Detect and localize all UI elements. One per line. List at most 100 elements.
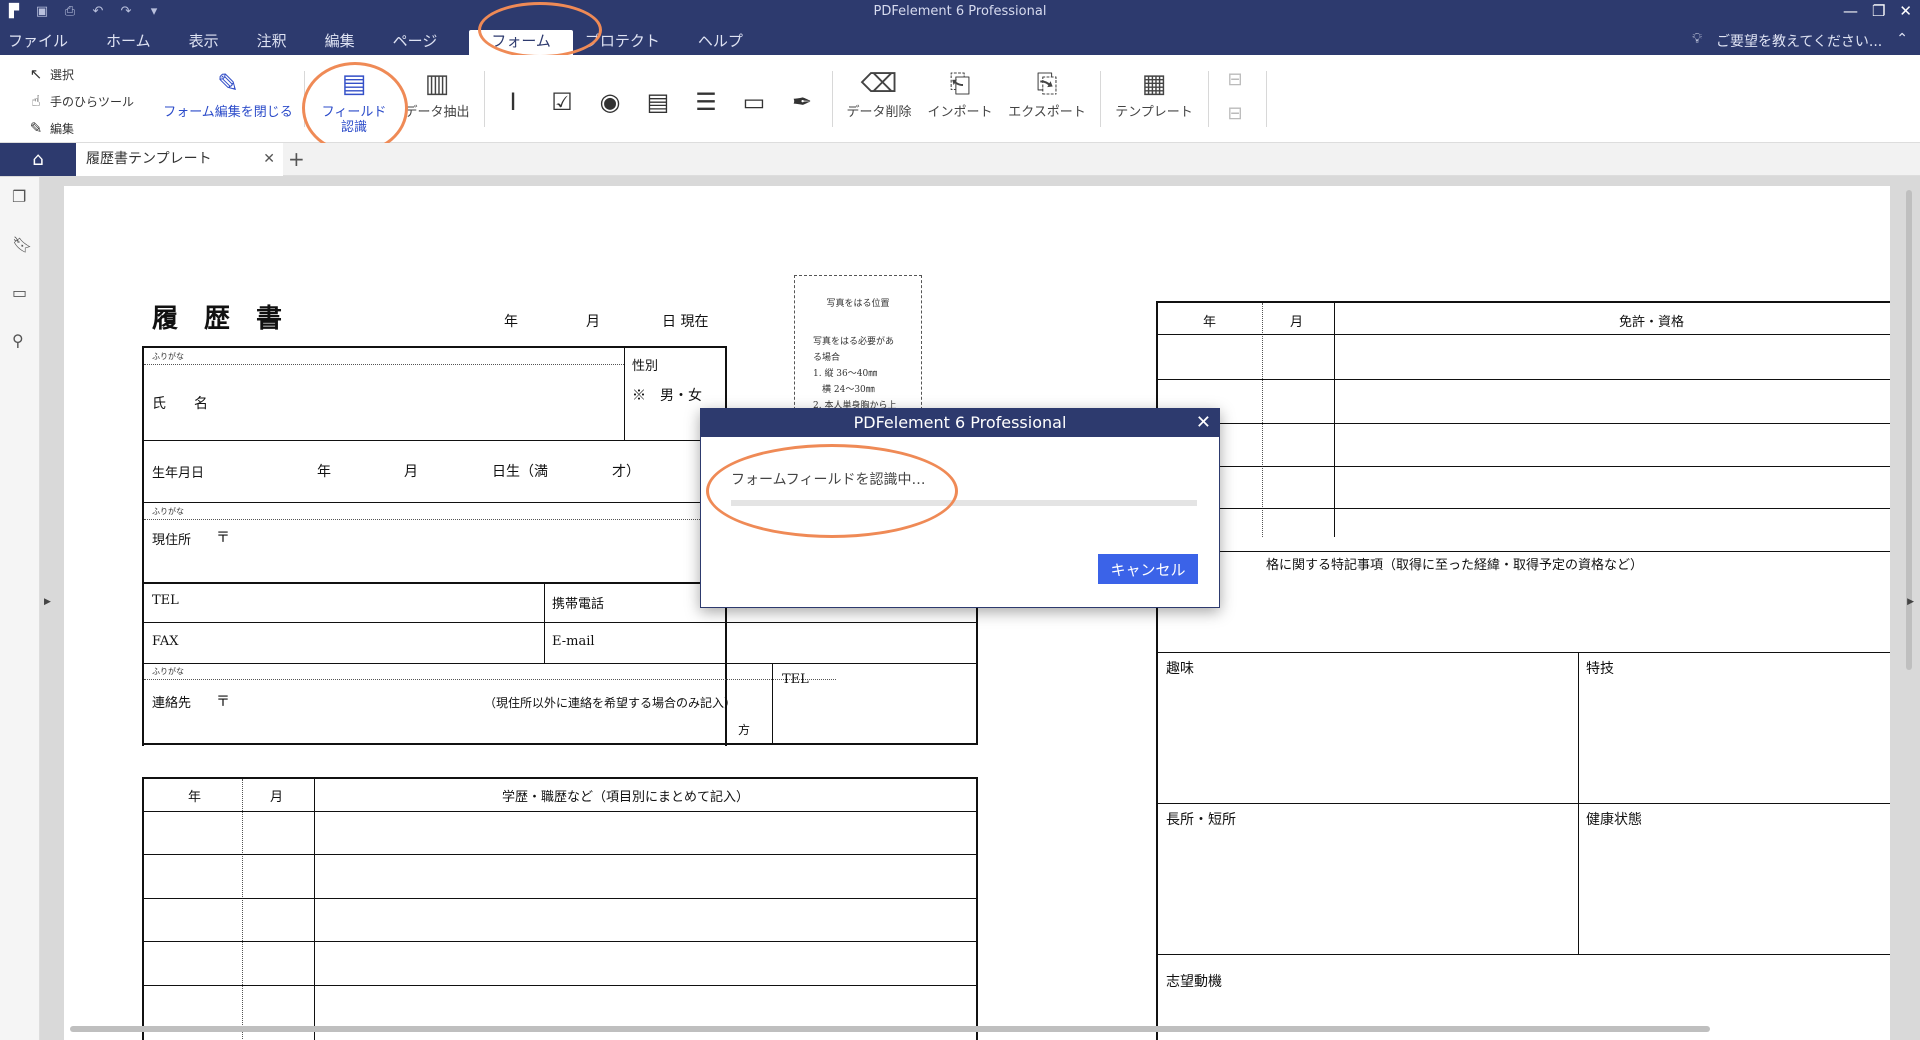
license-header-year: 年 [1203,315,1217,330]
tab-bar: ⌂ 履歴書テンプレート ✕ + [0,143,1920,176]
close-icon[interactable]: ✕ [1899,2,1912,20]
dialog-close-icon[interactable]: ✕ [1196,409,1211,437]
table-divider [144,941,976,942]
table-divider [144,622,976,623]
contact-label: 連絡先 [152,696,192,711]
ribbon-separator [484,71,485,127]
distribute-icon[interactable]: ⊟ [1218,97,1252,131]
education-table [142,777,978,1040]
radio-button-icon[interactable]: ◉ [593,85,627,119]
signature-field-icon[interactable]: ✒ [785,85,819,119]
list-box-icon[interactable]: ☰ [689,85,723,119]
home-tab[interactable]: ⌂ [0,143,76,176]
skill-label: 特技 [1586,661,1614,677]
menu-page[interactable]: ページ [393,30,457,54]
table-divider [144,440,726,441]
table-divider [144,811,976,812]
close-form-edit-button[interactable]: ✎ フォーム編集を閉じる [160,69,296,120]
hand-tool[interactable]: ☝ 手のひらツール [28,92,134,110]
text-field-icon[interactable]: Ⅰ [496,85,530,119]
dialog-message-highlight [706,444,958,538]
special-notes-label: 格に関する特記事項（取得に至った経緯・取得予定の資格など） [1266,558,1644,573]
window-title: PDFelement 6 Professional [873,4,1047,19]
furigana-label: ふりがな [152,507,184,516]
button-field-icon[interactable]: ▭ [737,85,771,119]
close-form-edit-label: フォーム編集を閉じる [163,105,293,120]
table-divider [144,502,726,503]
export-icon: ⎘ [1036,69,1058,99]
template-button[interactable]: ▦ テンプレート [1110,69,1198,120]
bookmark-icon[interactable]: 🔖︎ [12,235,32,254]
photo-instructions: 写真をはる必要があ る場合 1. 縦 36〜40㎜ 横 24〜30㎜ 2. 本人… [813,334,896,414]
restore-icon[interactable]: ❐ [1872,2,1885,20]
table-divider [1578,653,1579,955]
menu-edit[interactable]: 編集 [325,30,374,54]
dotted-divider [1262,303,1263,537]
minimize-icon[interactable]: — [1843,2,1858,20]
name-label: 氏 名 [152,396,208,412]
close-tab-icon[interactable]: ✕ [263,143,275,176]
combo-box-icon[interactable]: ▤ [641,85,675,119]
new-tab-button[interactable]: + [288,143,305,176]
comment-icon[interactable]: ▭ [12,283,27,302]
menu-home[interactable]: ホーム [106,30,170,54]
menu-help[interactable]: ヘルプ [698,30,762,54]
contact-note: （現住所以外に連絡を希望する場合のみ記入） [484,696,737,710]
select-tool[interactable]: ↖ 選択 [28,65,74,83]
gender-label: 性別 [632,359,659,374]
edit-tool-label: 編集 [50,121,75,136]
furigana-label: ふりがな [152,352,184,361]
menu-view[interactable]: 表示 [189,30,238,54]
chart-bars-icon: ▥ [424,69,450,99]
license-header-month: 月 [1290,315,1304,330]
collapse-ribbon-icon[interactable]: ⌃ [1896,31,1908,51]
table-divider [144,985,976,986]
strengths-label: 長所・短所 [1166,812,1236,828]
ribbon-toolbar: ↖ 選択 ☝ 手のひらツール ✎ 編集 ✎ フォーム編集を閉じる ▤ フィールド… [0,55,1920,143]
home-icon: ⌂ [32,149,44,170]
ribbon-separator [832,71,833,127]
email-label: E-mail [552,634,595,649]
menu-comment[interactable]: 注釈 [257,30,306,54]
menu-form-highlight [478,2,602,58]
table-divider [144,898,976,899]
expand-left-panel-icon[interactable]: ▶ [44,597,51,607]
data-extract-label: データ抽出 [404,105,470,120]
photo-line: る場合 [813,353,841,363]
resume-title: 履 歴 書 [152,304,283,334]
table-divider [314,779,315,1040]
dotted-divider [242,779,243,1040]
field-recognition-highlight [302,62,408,154]
import-button[interactable]: ⎗ インポート [922,69,998,120]
edit-tool[interactable]: ✎ 編集 [28,119,74,137]
checkbox-icon[interactable]: ☑ [545,85,579,119]
license-table [1156,301,1890,1040]
hand-tool-label: 手のひらツール [50,94,135,109]
cancel-button[interactable]: キャンセル [1098,554,1198,584]
gender-value: ※ 男・女 [632,388,702,404]
search-icon[interactable]: ⚲ [12,331,24,350]
table-divider [772,664,773,744]
contact-suffix: 方 [738,723,751,737]
horizontal-scrollbar[interactable] [70,1026,1710,1032]
table-divider [1158,803,1890,804]
export-button[interactable]: ⎘ エクスポート [1004,69,1090,120]
help-search[interactable]: 💡︎ ご要望を教えてください... ⌃ [1692,31,1908,51]
tab-document[interactable]: 履歴書テンプレート ✕ [76,143,283,176]
date-year: 年 [504,314,518,330]
birth-year: 年 [317,464,331,480]
birth-age-suffix: 才） [612,464,640,480]
align-left-icon[interactable]: ⊟ [1218,63,1252,97]
expand-right-panel-icon[interactable]: ▶ [1907,597,1914,607]
health-label: 健康状態 [1586,812,1642,828]
mobile-label: 携帯電話 [552,597,605,612]
date-month: 月 [586,314,600,330]
birth-label: 生年月日 [152,466,205,481]
contact-tel-label: TEL [782,672,809,687]
clear-data-button[interactable]: ⌫ データ削除 [842,69,916,120]
photo-title: 写真をはる位置 [826,299,890,309]
menu-bar: ファイル ホーム 表示 注釈 編集 ページ フォーム プロテクト ヘルプ [8,30,781,55]
menu-file[interactable]: ファイル [8,30,87,54]
data-extract-button[interactable]: ▥ データ抽出 [400,69,474,120]
thumbnails-icon[interactable]: ❐ [12,187,26,206]
